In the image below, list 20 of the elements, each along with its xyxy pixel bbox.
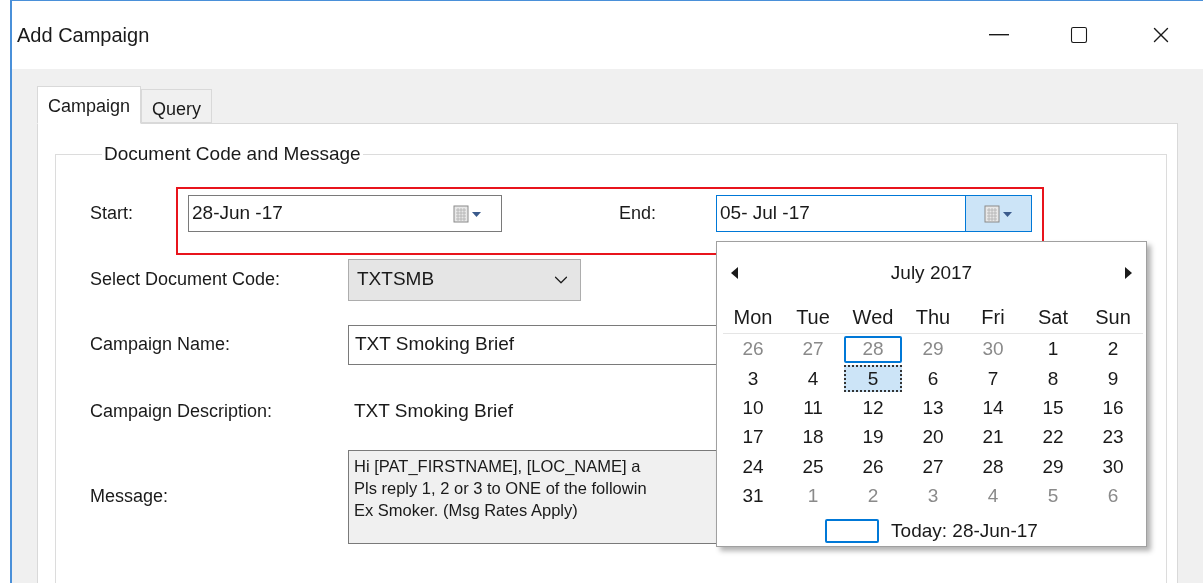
field-label: Select Document Code: [90, 268, 282, 291]
message-text: Hi [PAT_FIRSTNAME], [LOC_NAME] a Pls reply 1, 2 or 3 to ONE of the followin Ex Smoker. (Msg Rates Apply) [354, 455, 647, 521]
weekday-label: Wed [851, 305, 895, 330]
field-label: Campaign Description: [90, 400, 274, 423]
field-label: Message: [90, 485, 170, 508]
campaign-description: TXT Smoking Brief [354, 399, 514, 424]
date-value: 05- Jul -17 [719, 201, 811, 226]
weekday-label: Sat [1037, 305, 1069, 330]
group-title: Document Code and Message [103, 142, 362, 166]
field-label: Campaign Name: [90, 333, 232, 356]
weekday-label: Tue [795, 305, 831, 330]
weekday-label: Thu [914, 305, 952, 330]
field-label: End: [619, 202, 658, 225]
weekday-label: Fri [980, 305, 1006, 330]
weekday-label: Sun [1094, 305, 1132, 330]
date-value: 28-Jun -17 [191, 201, 284, 226]
window-title: Add Campaign [16, 23, 151, 48]
weekday-label: Mon [732, 305, 774, 330]
field-label: Start: [90, 202, 134, 225]
month-title: July 2017 [889, 260, 974, 285]
